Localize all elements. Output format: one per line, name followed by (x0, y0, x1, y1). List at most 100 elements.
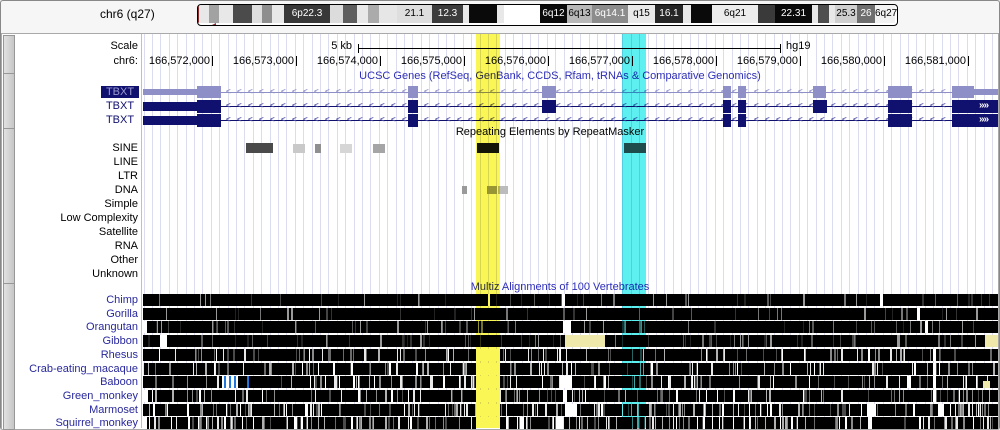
exon-box[interactable] (723, 114, 731, 127)
exon-box[interactable] (542, 86, 556, 98)
multiz-alignment-bar-baboon[interactable] (143, 376, 998, 388)
repeat-element-box[interactable] (293, 144, 305, 153)
multiz-alignment-bar-chimp[interactable] (143, 294, 998, 306)
genes-track-title[interactable]: UCSC Genes (RefSeq, GenBank, CCDS, Rfam,… (359, 70, 761, 82)
alignment-tick (379, 376, 381, 388)
exon-box[interactable] (197, 114, 221, 127)
multiz-alignment-bar-green_monkey[interactable] (143, 390, 998, 402)
alignment-tick (903, 321, 904, 333)
exon-box[interactable] (197, 86, 221, 98)
exon-box[interactable] (143, 116, 197, 125)
multiz-alignment-bar-rhesus[interactable] (143, 349, 998, 361)
multiz-alignment-bar-gorilla[interactable] (143, 308, 998, 320)
exon-box[interactable] (408, 100, 418, 113)
exon-box[interactable] (974, 89, 998, 95)
alignment-tick (501, 335, 502, 347)
exon-box[interactable] (952, 114, 998, 127)
alignment-tick (770, 335, 772, 347)
exon-box[interactable] (952, 86, 974, 98)
exon-box[interactable] (952, 100, 998, 113)
alignment-tick (737, 349, 738, 361)
multiz-species-label-rhesus[interactable]: Rhesus (0, 349, 138, 361)
exon-box[interactable] (813, 100, 827, 113)
exon-box[interactable] (888, 100, 912, 113)
ideogram-box[interactable]: 6p22.321.112.36q126q136q14.1q1516.16q212… (197, 4, 898, 26)
alignment-tick (744, 294, 746, 306)
gene-label-tbxt-0[interactable]: TBXT (101, 86, 139, 98)
exon-box[interactable] (143, 89, 197, 95)
alignment-tick (212, 335, 213, 347)
coordinate-label: 166,580,000 (802, 55, 882, 67)
multiz-alignment-bar-crab-eating_macaque[interactable] (143, 363, 998, 375)
alignment-tick (408, 417, 409, 429)
gene-label-tbxt-2[interactable]: TBXT (101, 114, 139, 126)
repeat-element-box[interactable] (315, 144, 321, 153)
alignment-tick (586, 308, 587, 320)
track-reorder-handle[interactable] (3, 283, 15, 430)
exon-box[interactable] (408, 86, 418, 98)
alignment-tick (403, 349, 405, 361)
alignment-tick (435, 417, 436, 429)
multiz-species-label-chimp[interactable]: Chimp (0, 294, 138, 306)
multiz-species-label-crab-eating_macaque[interactable]: Crab-eating_macaque (0, 363, 138, 375)
multiz-alignment-bar-gibbon[interactable] (143, 335, 998, 347)
repeat-element-box[interactable] (340, 144, 352, 153)
exon-box[interactable] (888, 114, 912, 127)
exon-box[interactable] (542, 100, 556, 113)
multiz-species-label-baboon[interactable]: Baboon (0, 376, 138, 388)
strand-arrow-icon: < (468, 115, 473, 125)
repeat-element-box[interactable] (373, 144, 385, 153)
ideogram-band: q15 (628, 5, 655, 23)
alignment-tick (608, 349, 609, 361)
multiz-alignment-bar-squirrel_monkey[interactable] (143, 417, 998, 429)
alignment-tick (780, 417, 781, 429)
multiz-species-label-marmoset[interactable]: Marmoset (0, 404, 138, 416)
alignment-tick (852, 335, 854, 347)
multiz-alignment-bar-marmoset[interactable] (143, 404, 998, 416)
exon-box[interactable] (738, 114, 746, 127)
alignment-tick (217, 417, 219, 429)
alignment-tick (325, 376, 326, 388)
alignment-tick (553, 417, 554, 429)
alignment-tick (326, 308, 328, 320)
alignment-tick (166, 308, 167, 320)
strand-arrow-icon: < (754, 115, 759, 125)
multiz-species-label-orangutan[interactable]: Orangutan (0, 321, 138, 333)
alignment-tick (318, 363, 319, 375)
exon-box[interactable] (738, 86, 746, 98)
alignment-tick (598, 363, 600, 375)
exon-box[interactable] (197, 100, 221, 113)
exon-box[interactable] (888, 86, 912, 98)
alignment-tick (266, 390, 267, 402)
alignment-tick (466, 321, 468, 333)
exon-box[interactable] (723, 100, 731, 113)
multiz-species-label-gorilla[interactable]: Gorilla (0, 308, 138, 320)
alignment-tick (953, 390, 955, 402)
repeat-element-box[interactable] (246, 143, 273, 153)
gene-label-tbxt-1[interactable]: TBXT (101, 100, 139, 112)
repeat-element-box[interactable] (462, 186, 467, 194)
alignment-tick (398, 417, 400, 429)
alignment-tick (866, 294, 867, 306)
alignment-tick (803, 390, 804, 402)
multiz-alignment-bar-orangutan[interactable] (143, 321, 998, 333)
alignment-tick (903, 390, 904, 402)
alignment-tick (262, 321, 263, 333)
multiz-species-label-green_monkey[interactable]: Green_monkey (0, 390, 138, 402)
strand-arrow-icon: < (457, 101, 462, 111)
exon-box[interactable] (723, 86, 731, 98)
alignment-tick (527, 308, 528, 320)
exon-box[interactable] (813, 86, 826, 98)
exon-box[interactable] (738, 100, 746, 113)
exon-box[interactable] (408, 114, 418, 127)
alignment-tick (770, 376, 771, 388)
alignment-tick (892, 308, 893, 320)
multiz-species-label-gibbon[interactable]: Gibbon (0, 335, 138, 347)
alignment-tick (402, 335, 404, 347)
track-reorder-handle[interactable] (3, 35, 15, 74)
track-reorder-handle[interactable] (3, 128, 15, 284)
multiz-species-label-squirrel_monkey[interactable]: Squirrel_monkey (0, 417, 138, 429)
exon-box[interactable] (143, 102, 197, 111)
coordinate-label: 166,572,000 (130, 55, 210, 67)
track-reorder-handle[interactable] (3, 73, 15, 129)
